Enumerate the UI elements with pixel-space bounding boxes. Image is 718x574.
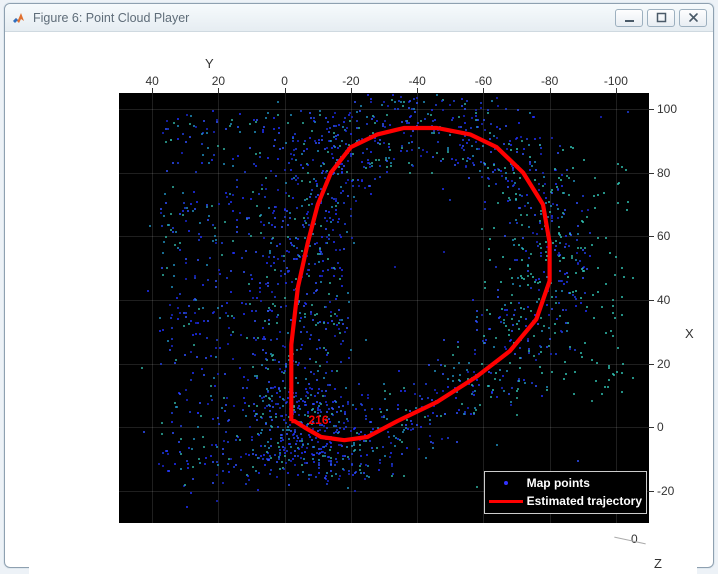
axis-title-right: X [685, 326, 694, 341]
grid-line [119, 236, 649, 237]
top-tick-label: 40 [145, 74, 158, 88]
tick-mark [649, 173, 654, 174]
axis-title-top: Y [205, 56, 214, 71]
tick-mark [649, 109, 654, 110]
minimize-button[interactable] [615, 9, 643, 27]
legend-item-trajectory[interactable]: Estimated trajectory [489, 493, 642, 509]
right-tick-label: 0 [657, 420, 664, 434]
tick-mark [649, 364, 654, 365]
axis-title-z: Z [654, 556, 662, 571]
tick-mark [649, 300, 654, 301]
point-swatch-icon [489, 476, 523, 490]
right-tick-label: 20 [657, 357, 670, 371]
legend-label: Map points [527, 476, 590, 490]
z-tick-label: 0 [631, 532, 638, 546]
grid-line [119, 109, 649, 110]
plot-area[interactable]: Y X Z 0 40 20 0 -20 -40 -60 -80 -100 100 80 60 40 2… [29, 58, 697, 574]
right-tick-label: -20 [657, 484, 674, 498]
grid-line [119, 364, 649, 365]
top-tick-label: -60 [475, 74, 492, 88]
right-tick-label: 40 [657, 293, 670, 307]
grid-line [483, 93, 484, 523]
grid-line [218, 93, 219, 523]
axes-background [119, 93, 649, 523]
grid-line [119, 300, 649, 301]
grid-line [550, 93, 551, 523]
window-controls [615, 9, 707, 27]
figure-body: Y X Z 0 40200-20-40-60-80-100 1008060402… [7, 34, 711, 565]
tick-mark [649, 427, 654, 428]
maximize-button[interactable] [647, 9, 675, 27]
legend[interactable]: Map points Estimated trajectory [484, 471, 647, 514]
grid-line [285, 93, 286, 523]
top-tick-label: -40 [408, 74, 425, 88]
top-tick-label: -20 [342, 74, 359, 88]
top-tick-label: -80 [541, 74, 558, 88]
legend-label: Estimated trajectory [527, 494, 642, 508]
grid-line [351, 93, 352, 523]
z-tick-line [614, 537, 646, 545]
right-tick-label: 80 [657, 166, 670, 180]
figure-window: Figure 6: Point Cloud Player Y X Z 0 [4, 3, 714, 568]
tick-mark [649, 491, 654, 492]
top-tick-label: -100 [604, 74, 628, 88]
line-swatch-icon [489, 494, 523, 508]
close-button[interactable] [679, 9, 707, 27]
tick-mark [649, 236, 654, 237]
annotation-label: 216 [309, 413, 329, 427]
right-tick-label: 60 [657, 229, 670, 243]
top-tick-label: 20 [212, 74, 225, 88]
grid-line [119, 173, 649, 174]
grid-line [616, 93, 617, 523]
top-tick-label: 0 [281, 74, 288, 88]
grid-line [417, 93, 418, 523]
matlab-icon [11, 10, 27, 26]
grid-line [119, 427, 649, 428]
legend-item-map-points[interactable]: Map points [489, 475, 642, 491]
right-tick-label: 100 [657, 102, 677, 116]
grid-line [152, 93, 153, 523]
titlebar[interactable]: Figure 6: Point Cloud Player [5, 4, 713, 32]
window-title: Figure 6: Point Cloud Player [33, 11, 615, 25]
